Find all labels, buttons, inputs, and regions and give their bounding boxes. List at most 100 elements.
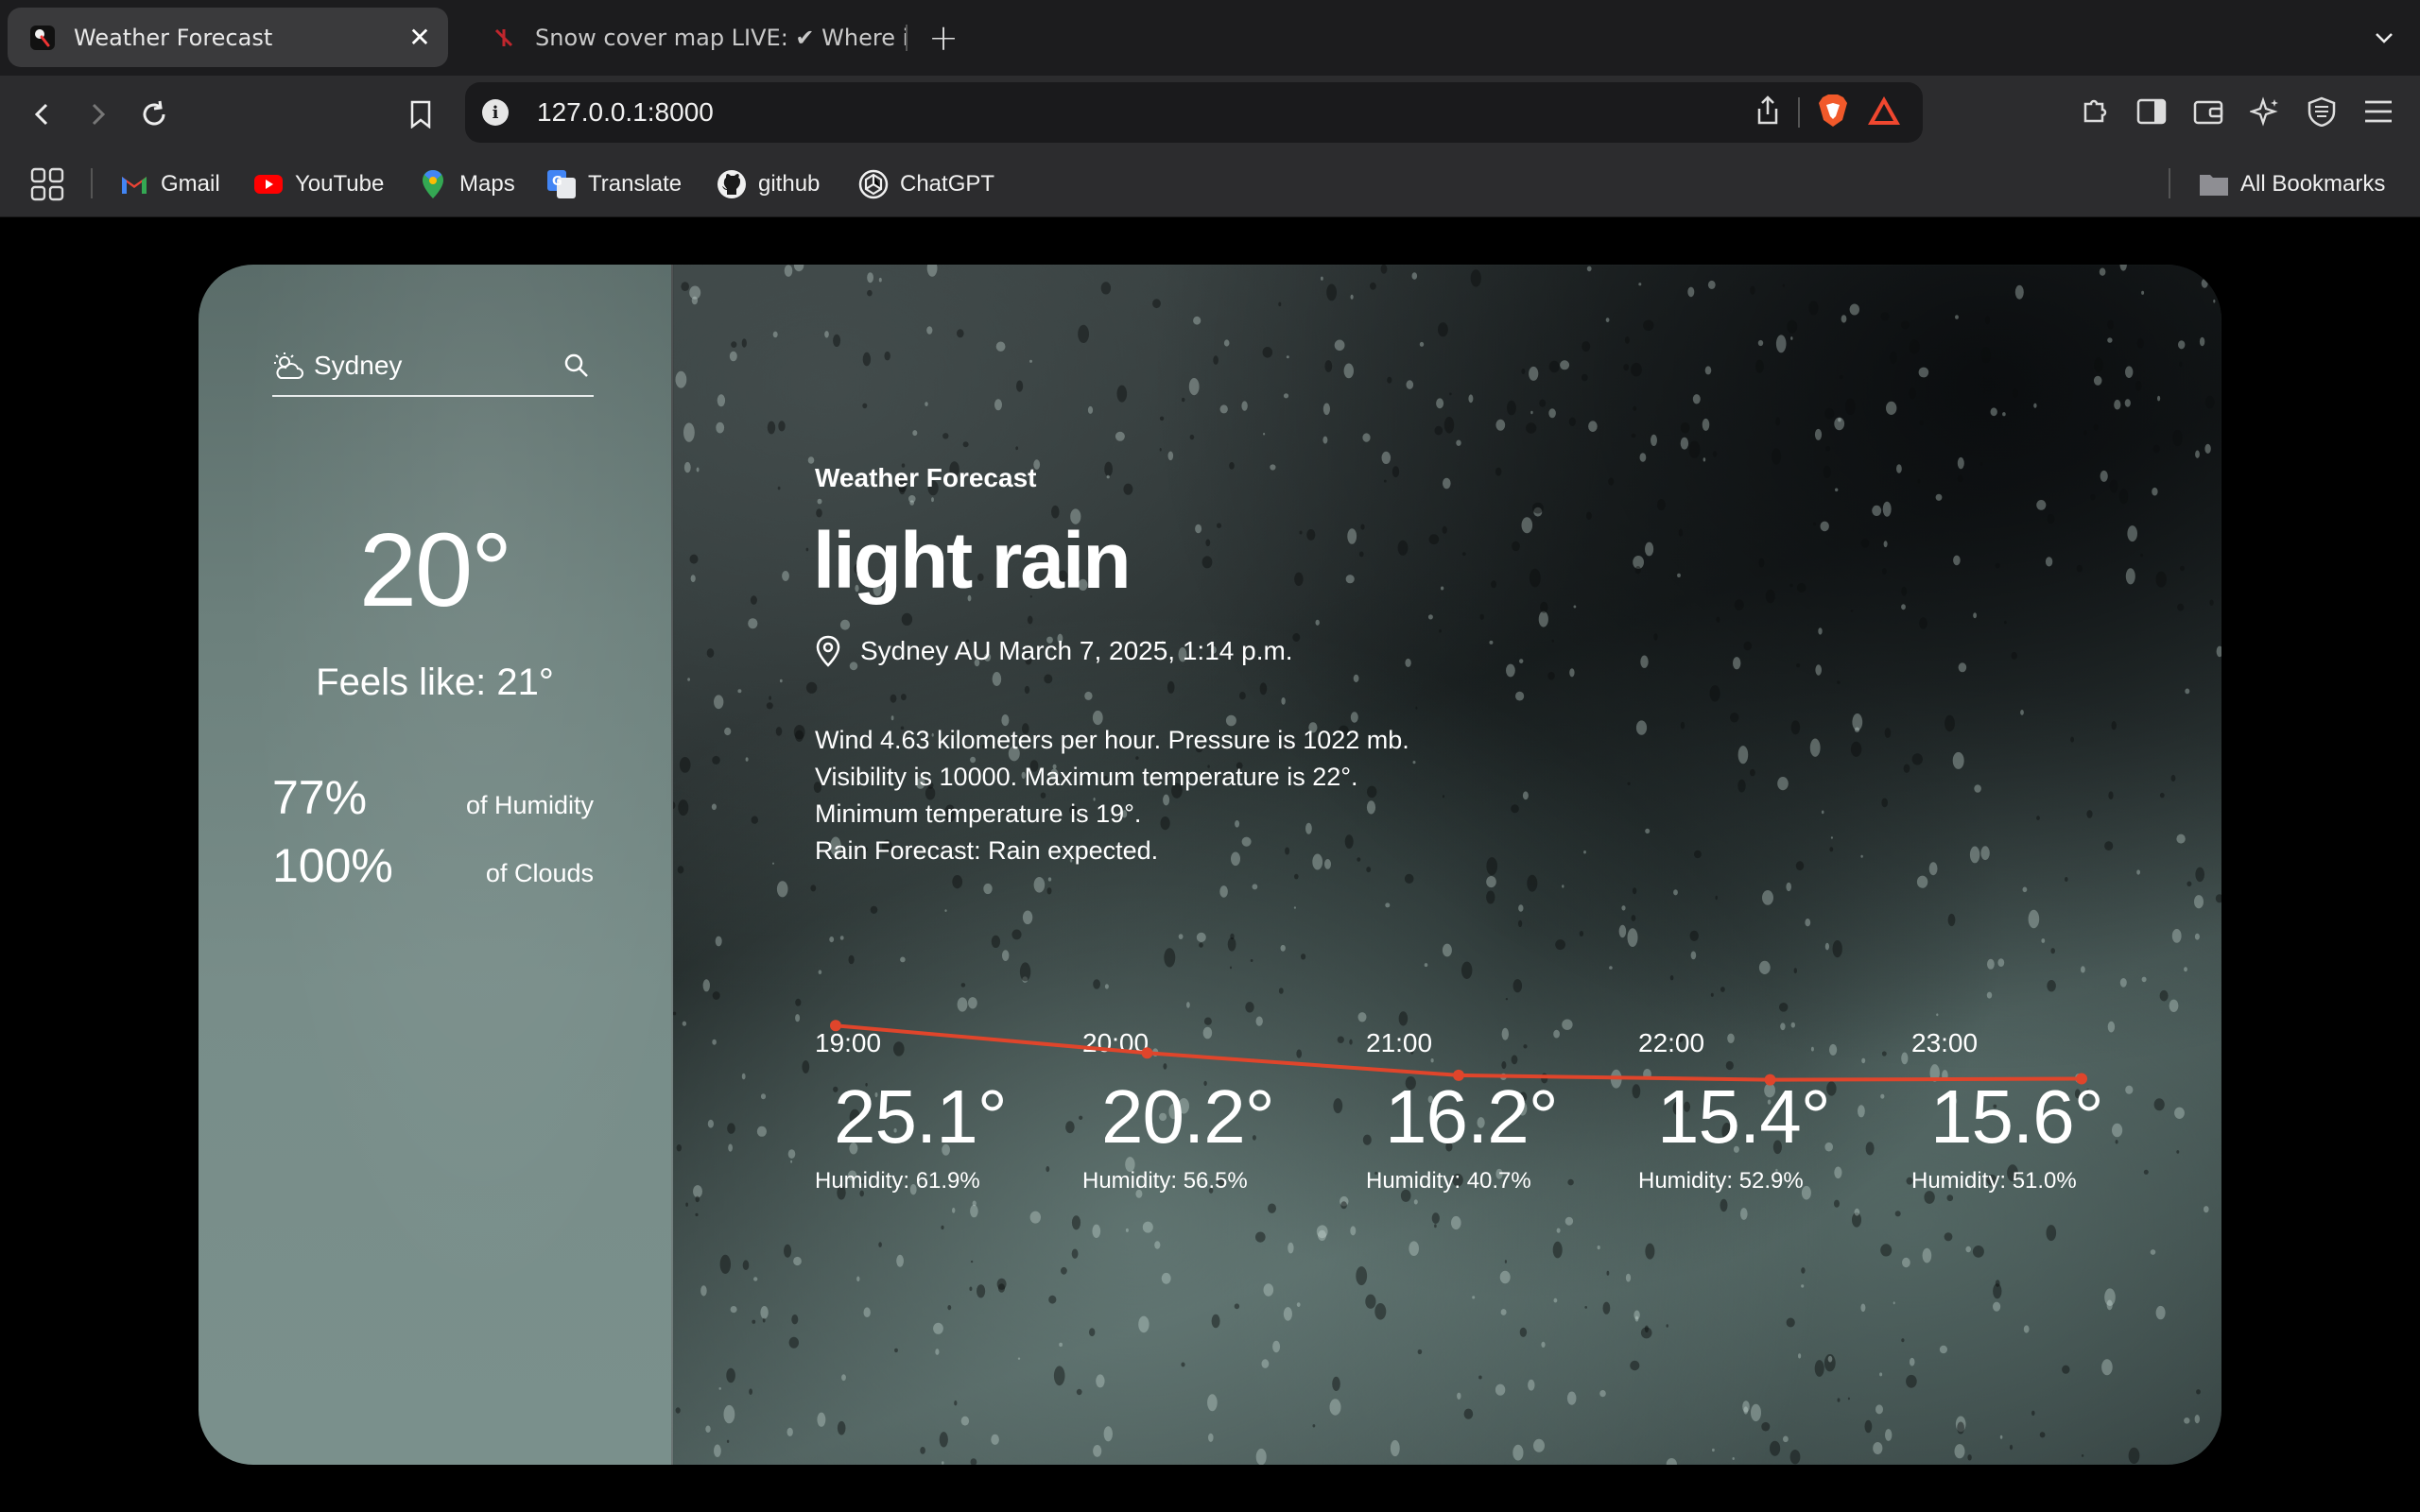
location-datetime: Sydney AU March 7, 2025, 1:14 p.m. <box>815 635 1293 667</box>
omnibox-divider <box>1798 97 1800 128</box>
leo-ai-icon[interactable] <box>2248 94 2282 129</box>
new-tab-button[interactable]: + <box>925 17 962 59</box>
tab-list-chevron-icon[interactable] <box>2367 21 2401 55</box>
weather-sidebar: Sydney 20° Feels like: 21° 77% of Humidi… <box>199 265 671 1465</box>
forecast-humidity: Humidity: 51.0% <box>1911 1168 2077 1194</box>
vpn-shield-icon[interactable] <box>2305 94 2339 129</box>
snow-map-favicon-icon <box>490 24 518 52</box>
clouds-value: 100% <box>272 839 393 892</box>
forecast-time: 21:00 <box>1366 1028 1433 1057</box>
maps-icon <box>418 169 448 199</box>
partly-cloudy-icon <box>272 349 306 383</box>
chatgpt-icon <box>858 169 889 199</box>
url-text[interactable]: 127.0.0.1:8000 <box>537 97 714 128</box>
bookmark-label: YouTube <box>295 171 385 197</box>
bookmark-label: ChatGPT <box>900 171 995 197</box>
extension-icons <box>2078 94 2395 129</box>
forecast-temp: 20.2° <box>1101 1074 1275 1159</box>
search-input[interactable]: Sydney <box>314 351 560 381</box>
youtube-icon <box>253 169 284 199</box>
bookmark-page-icon[interactable] <box>401 94 441 134</box>
bookmarks-divider <box>2169 168 2170 198</box>
weather-app-card: Sydney 20° Feels like: 21° 77% of Humidi… <box>199 265 2221 1465</box>
humidity-value: 77% <box>272 771 368 824</box>
address-bar[interactable]: i 127.0.0.1:8000 <box>465 82 1923 143</box>
description-line: Rain Forecast: Rain expected. <box>815 836 1159 865</box>
forecast-temp: 15.6° <box>1930 1074 2104 1159</box>
site-info-icon[interactable]: i <box>482 99 509 126</box>
bookmark-label: Translate <box>588 171 683 197</box>
main-menu-icon[interactable] <box>2361 94 2395 129</box>
weather-description: Wind 4.63 kilometers per hour. Pressure … <box>815 722 1409 869</box>
folder-icon <box>2199 169 2229 199</box>
sidebar-toggle-icon[interactable] <box>2135 94 2169 129</box>
humidity-label: of Humidity <box>465 791 594 819</box>
tab-title: Weather Forecast <box>74 24 273 51</box>
hourly-forecast-item: 23:00 15.6° Humidity: 51.0% <box>1911 1028 2138 1194</box>
hourly-forecast-item: 22:00 15.4° Humidity: 52.9% <box>1638 1028 1865 1194</box>
humidity-stat: 77% of Humidity <box>272 770 594 825</box>
github-icon <box>717 169 747 199</box>
weather-main-panel: Weather Forecast light rain Sydney AU Ma… <box>671 265 2221 1465</box>
forecast-time: 19:00 <box>815 1028 882 1057</box>
forecast-humidity: Humidity: 61.9% <box>815 1168 980 1194</box>
wallet-icon[interactable] <box>2191 94 2225 129</box>
extensions-puzzle-icon[interactable] <box>2078 94 2112 129</box>
feels-like: Feels like: 21° <box>316 662 554 703</box>
back-button[interactable] <box>23 94 62 134</box>
bookmarks-bar: Gmail YouTube Maps G Translate github Ch… <box>0 151 2420 217</box>
bookmark-maps[interactable]: Maps <box>418 166 515 202</box>
description-line: Visibility is 10000. Maximum temperature… <box>815 763 1358 791</box>
forecast-humidity: Humidity: 40.7% <box>1366 1168 1531 1194</box>
description-line: Wind 4.63 kilometers per hour. Pressure … <box>815 726 1409 754</box>
apps-grid-icon[interactable] <box>30 166 64 202</box>
bookmark-github[interactable]: github <box>717 166 820 202</box>
forecast-temp: 16.2° <box>1385 1074 1559 1159</box>
bookmark-gmail[interactable]: Gmail <box>119 166 220 202</box>
section-label: Weather Forecast <box>815 463 1037 492</box>
bookmark-label: github <box>758 171 821 197</box>
gmail-icon <box>119 169 149 199</box>
bookmarks-divider <box>91 168 93 198</box>
bookmark-youtube[interactable]: YouTube <box>253 166 384 202</box>
brave-rewards-icon[interactable] <box>1866 94 1902 130</box>
tab-bar: Weather Forecast ✕ Snow cover map LIVE: … <box>0 0 2420 76</box>
bookmark-translate[interactable]: G Translate <box>546 166 682 202</box>
translate-icon: G <box>546 169 577 199</box>
tab-weather-forecast[interactable]: Weather Forecast ✕ <box>8 8 448 67</box>
description-line: Minimum temperature is 19°. <box>815 799 1142 828</box>
clouds-stat: 100% of Clouds <box>272 838 594 893</box>
bookmark-label: Gmail <box>161 171 220 197</box>
current-temperature: 20° <box>358 512 512 628</box>
tab-divider <box>906 25 908 51</box>
svg-text:G: G <box>552 175 562 189</box>
location-text: Sydney AU March 7, 2025, 1:14 p.m. <box>860 636 1293 665</box>
forward-button[interactable] <box>78 94 117 134</box>
hourly-forecast-item: 19:00 25.1° Humidity: 61.9% <box>815 1028 1042 1194</box>
forecast-humidity: Humidity: 56.5% <box>1082 1168 1248 1194</box>
forecast-temp: 15.4° <box>1657 1074 1831 1159</box>
reload-button[interactable] <box>134 94 174 134</box>
weather-condition: light rain <box>813 516 1132 605</box>
search-icon[interactable] <box>560 349 594 383</box>
share-icon[interactable] <box>1754 95 1781 129</box>
forecast-humidity: Humidity: 52.9% <box>1638 1168 1804 1194</box>
all-bookmarks-folder[interactable]: All Bookmarks <box>2199 166 2385 202</box>
city-search-field[interactable]: Sydney <box>272 336 594 397</box>
close-tab-icon[interactable]: ✕ <box>401 19 439 57</box>
clouds-label: of Clouds <box>485 859 594 887</box>
tab-title: Snow cover map LIVE: ✔ Where i <box>535 24 909 51</box>
hourly-forecast-item: 20:00 20.2° Humidity: 56.5% <box>1082 1028 1309 1194</box>
location-pin-icon <box>815 635 847 667</box>
weather-favicon-icon <box>28 24 57 52</box>
bookmark-label: Maps <box>459 171 515 197</box>
forecast-time: 20:00 <box>1082 1028 1150 1057</box>
tab-snow-cover-map[interactable]: Snow cover map LIVE: ✔ Where i <box>469 8 913 67</box>
forecast-time: 23:00 <box>1911 1028 1979 1057</box>
hourly-forecast-item: 21:00 16.2° Humidity: 40.7% <box>1366 1028 1593 1194</box>
bookmark-label: All Bookmarks <box>2240 171 2386 197</box>
brave-shields-icon[interactable] <box>1817 94 1849 131</box>
bookmark-chatgpt[interactable]: ChatGPT <box>858 166 994 202</box>
forecast-time: 22:00 <box>1638 1028 1705 1057</box>
forecast-temp: 25.1° <box>834 1074 1008 1159</box>
